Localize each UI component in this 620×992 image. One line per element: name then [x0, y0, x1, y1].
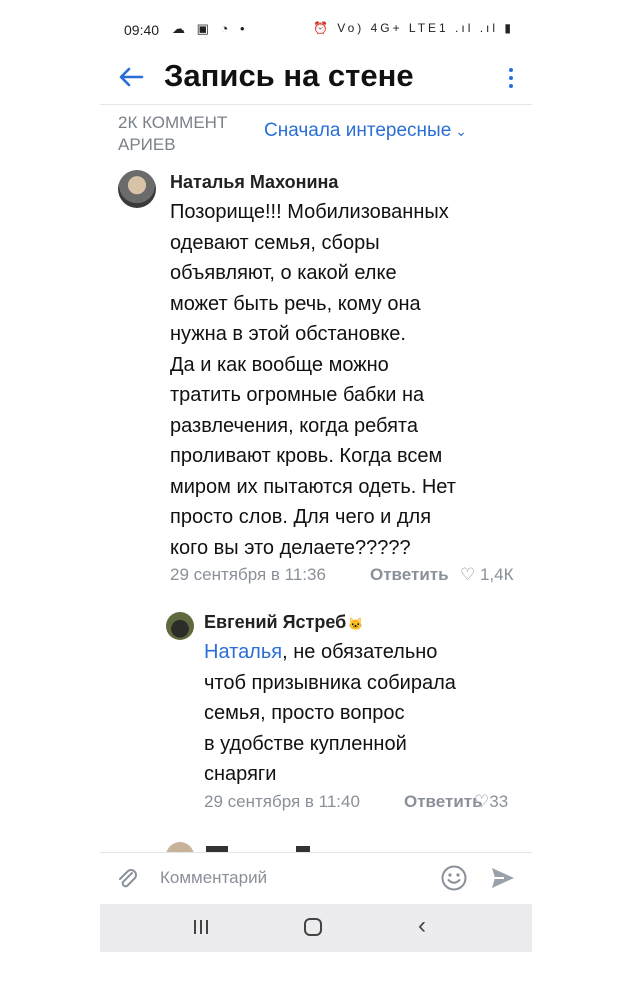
- home-icon[interactable]: [304, 918, 322, 936]
- next-comment-peek: [166, 838, 366, 852]
- smile-icon[interactable]: [440, 864, 468, 892]
- chevron-down-icon: ⌄: [455, 123, 468, 139]
- nav-back-icon[interactable]: ‹: [418, 914, 426, 938]
- avatar[interactable]: [166, 612, 194, 640]
- comment-count: 2К КОММЕНТ АРИЕВ: [118, 113, 228, 154]
- paperclip-icon[interactable]: [114, 865, 140, 891]
- author-badge-icon: 🐱: [348, 617, 364, 631]
- comment-body: Евгений Ястреб 🐱 Наталья, не обязательно …: [204, 612, 524, 816]
- send-icon[interactable]: [490, 866, 516, 890]
- notification-icons: ☁ ▣ ◔ •: [172, 21, 249, 36]
- phone-screen: 09:40 ☁ ▣ ◔ • ⏰ Vo) 4G+ LTE1 .ıl .ıl ▮ З…: [100, 0, 532, 992]
- status-bar: 09:40 ☁ ▣ ◔ • ⏰ Vo) 4G+ LTE1 .ıl .ıl ▮: [100, 18, 532, 44]
- reply-button[interactable]: Ответить: [370, 565, 449, 585]
- arrow-left-icon[interactable]: [116, 62, 146, 92]
- comment-text: Наталья, не обязательно чтоб призывника …: [204, 637, 524, 790]
- comment-body: Наталья Махонина Позорище!!! Мобилизован…: [170, 172, 520, 589]
- comment-author[interactable]: Евгений Ястреб 🐱: [204, 612, 524, 633]
- app-header: Запись на стене: [100, 52, 532, 105]
- comment-input[interactable]: [160, 865, 420, 891]
- sort-label: Сначала интересные: [264, 120, 452, 141]
- comment-date: 29 сентября в 11:36: [170, 565, 326, 584]
- mention-link[interactable]: Наталья: [204, 641, 282, 663]
- status-time: 09:40: [124, 22, 160, 38]
- comment-author-name: Евгений Ястреб: [204, 612, 347, 632]
- system-status-icons: ⏰ Vo) 4G+ LTE1 .ıl .ıl ▮: [312, 21, 514, 35]
- system-nav-bar: ‹: [100, 904, 532, 952]
- avatar[interactable]: [118, 170, 156, 208]
- comment-author[interactable]: Наталья Махонина: [170, 172, 520, 193]
- comment-meta: 29 сентября в 11:36 Ответить ♡ 1,4К: [170, 565, 520, 589]
- like-button[interactable]: ♡ 1,4К: [460, 565, 514, 585]
- sort-dropdown[interactable]: Сначала интересные ⌄: [264, 120, 467, 142]
- comment-meta: 29 сентября в 11:40 Ответить ♡33: [204, 792, 524, 816]
- comments-sort-row: 2К КОММЕНТ АРИЕВ Сначала интересные ⌄: [100, 112, 532, 160]
- comment-input-bar: [100, 852, 532, 903]
- like-button[interactable]: ♡33: [474, 792, 508, 812]
- comment-text: Позорище!!! Мобилизованных одевают семья…: [170, 201, 456, 559]
- comment-date: 29 сентября в 11:40: [204, 791, 360, 811]
- avatar: [166, 842, 194, 852]
- reply-button[interactable]: Ответить: [404, 792, 483, 812]
- page-title: Запись на стене: [164, 58, 414, 93]
- more-vertical-icon[interactable]: [502, 64, 520, 92]
- recent-apps-icon[interactable]: [194, 920, 212, 936]
